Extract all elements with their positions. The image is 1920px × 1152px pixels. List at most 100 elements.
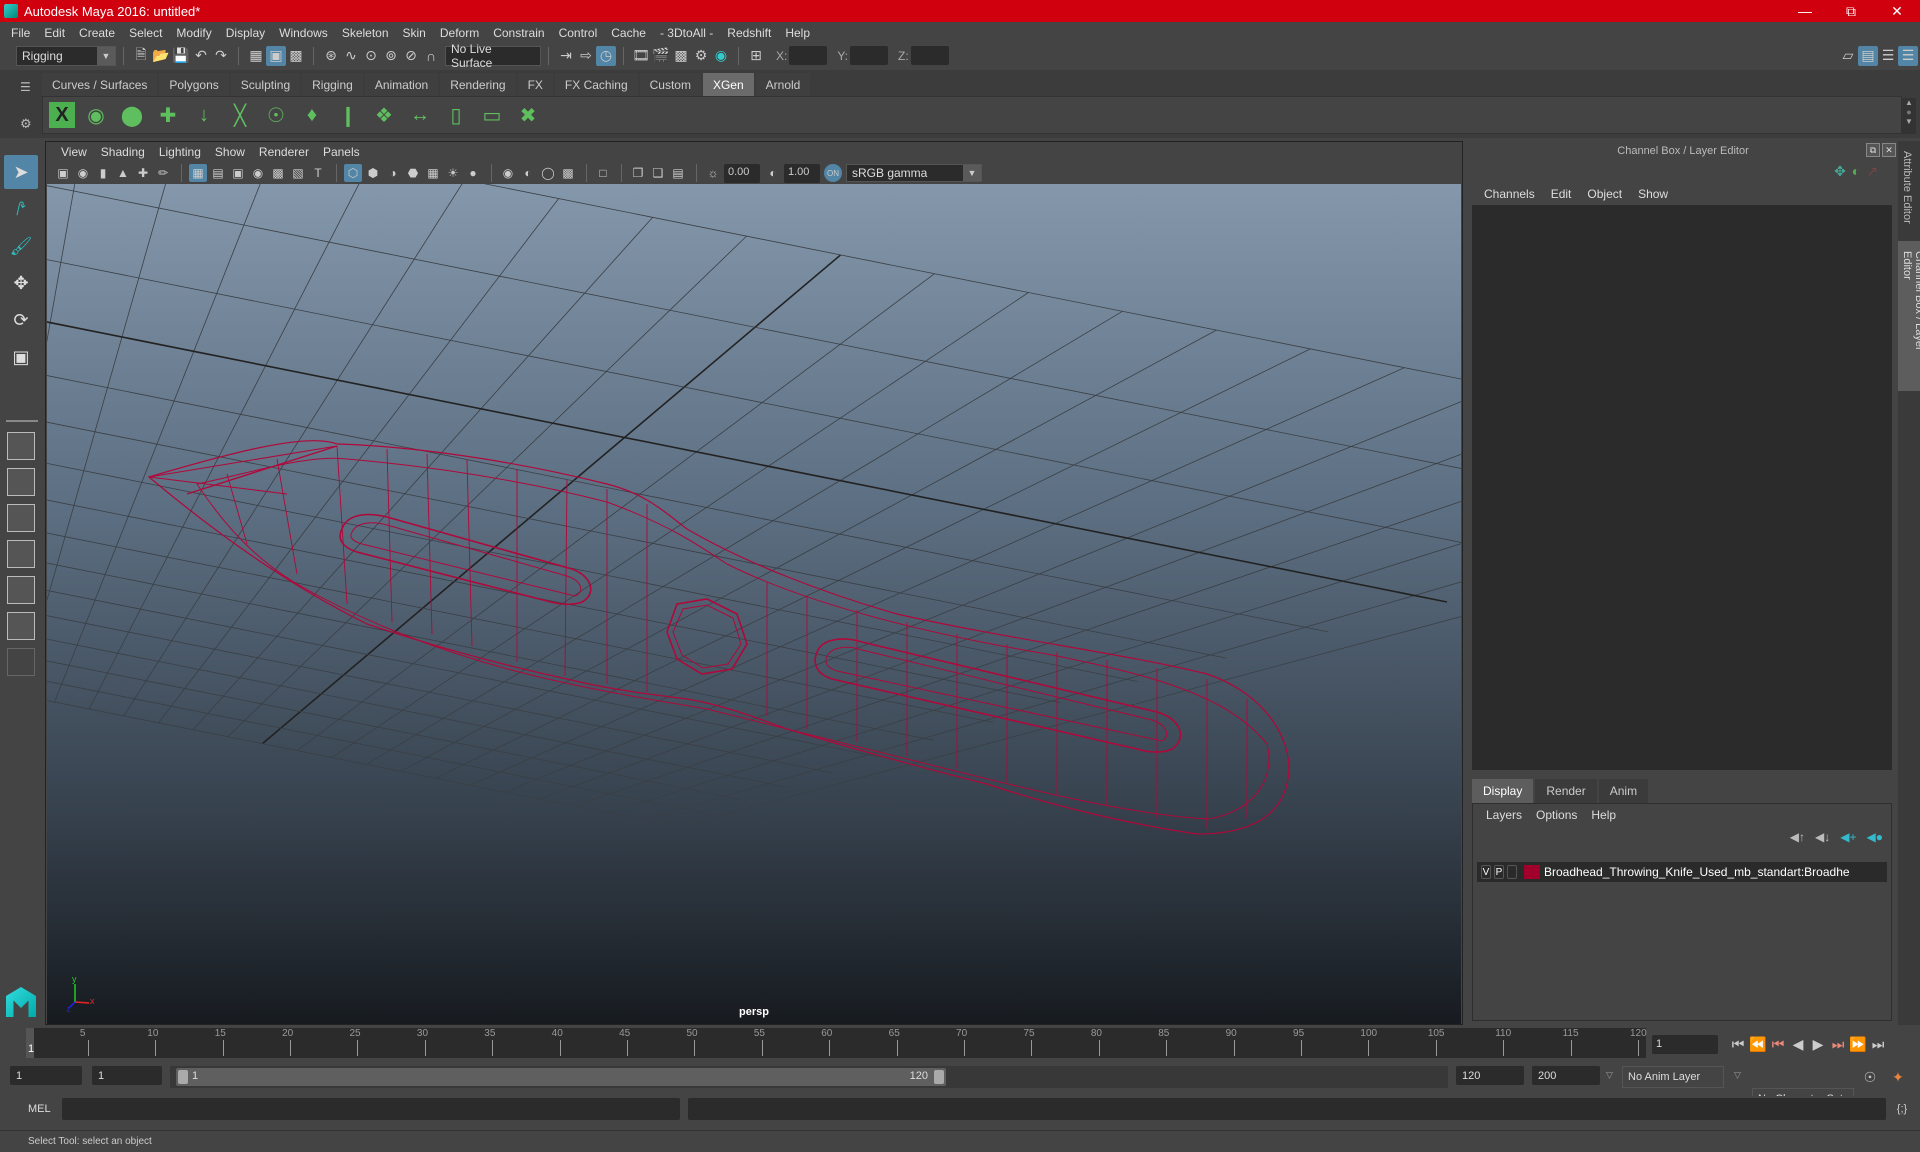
float-panel-icon[interactable]: ⧉ [1866, 143, 1880, 157]
xgen-clear-icon[interactable]: ⬤ [117, 99, 147, 131]
shelf-tab-rendering[interactable]: Rendering [440, 73, 516, 96]
cb-menu-channels[interactable]: Channels [1476, 185, 1543, 205]
perspective-viewport[interactable]: y x z persp [47, 184, 1461, 1024]
sync-icon[interactable]: ◐ [1852, 163, 1860, 180]
layer-menu-help[interactable]: Help [1584, 808, 1623, 822]
menu-deform[interactable]: Deform [433, 26, 486, 40]
gamma-field[interactable]: 1.00 [784, 163, 820, 183]
y-coordinate-field[interactable] [850, 46, 889, 65]
safe-action-icon[interactable]: ▧ [289, 164, 307, 182]
lasso-tool-icon[interactable]: ⭚ [4, 192, 38, 226]
close-panel-icon[interactable]: ✕ [1882, 143, 1896, 157]
menu-modify[interactable]: Modify [169, 26, 218, 40]
menu-constrain[interactable]: Constrain [486, 26, 551, 40]
select-component-icon[interactable]: ▩ [286, 46, 306, 66]
open-scene-icon[interactable]: 📂 [151, 46, 171, 66]
layer-tab-render[interactable]: Render [1535, 779, 1597, 803]
cb-menu-show[interactable]: Show [1630, 185, 1676, 205]
playback-end-field[interactable]: 120 [1456, 1066, 1524, 1085]
shelf-scrollbar[interactable]: ▲ ● ▼ [1902, 98, 1916, 134]
render-view-icon[interactable]: 🎞 [631, 46, 651, 66]
new-scene-icon[interactable]: 🗎 [131, 46, 151, 66]
move-guides-icon[interactable]: ↓ [189, 99, 219, 131]
auto-key-icon[interactable]: ☉ [1860, 1067, 1880, 1087]
redo-icon[interactable]: ↷ [211, 46, 231, 66]
scroll-down-icon[interactable]: ▼ [1902, 117, 1916, 126]
menu-set-dropdown[interactable]: Rigging ▼ [16, 45, 116, 66]
move-tool-icon[interactable]: ✥ [4, 266, 38, 300]
snap-point-icon[interactable]: ⊙ [361, 46, 381, 66]
shelf-tab-rigging[interactable]: Rigging [302, 73, 363, 96]
wireframe-icon[interactable]: ⬡ [344, 164, 362, 182]
menu-control[interactable]: Control [552, 26, 605, 40]
scroll-up-icon[interactable]: ▲ [1902, 98, 1916, 107]
rotate-tool-icon[interactable]: ⟳ [4, 303, 38, 337]
snap-view-plane-icon[interactable]: ⊘ [401, 46, 421, 66]
step-forward-frame-icon[interactable]: ⏩ [1848, 1034, 1868, 1054]
side-tab-attribute-editor[interactable]: Attribute Editor [1898, 141, 1916, 241]
range-slider-bar-fill[interactable]: 1 120 [176, 1068, 946, 1086]
save-scene-icon[interactable]: 💾 [171, 46, 191, 66]
shelf-tab-arnold[interactable]: Arnold [755, 73, 811, 96]
move-layer-up-icon[interactable]: ◀↑ [1790, 830, 1805, 844]
menu-3dtoall[interactable]: - 3DtoAll - [653, 26, 720, 40]
menu-create[interactable]: Create [72, 26, 122, 40]
exposure-field[interactable]: 0.00 [724, 163, 760, 183]
menu-select[interactable]: Select [122, 26, 169, 40]
output-ops-icon[interactable]: ⇨ [576, 46, 596, 66]
new-layer-icon[interactable]: ◀+ [1840, 830, 1856, 844]
color-management-toggle-icon[interactable]: ON [824, 164, 842, 182]
character-set-chevron-icon[interactable]: ▽ [1734, 1070, 1741, 1081]
animation-preferences-icon[interactable]: ✦ [1888, 1067, 1908, 1087]
menu-redshift[interactable]: Redshift [720, 26, 778, 40]
wireframe-on-shaded-icon[interactable]: ◑ [384, 164, 402, 182]
step-back-key-icon[interactable]: ⏮ [1768, 1034, 1788, 1054]
menu-cache[interactable]: Cache [604, 26, 653, 40]
render-settings-icon[interactable]: ⚙ [691, 46, 711, 66]
range-start-handle[interactable] [178, 1070, 188, 1084]
menu-skin[interactable]: Skin [396, 26, 433, 40]
minimize-button[interactable]: — [1782, 3, 1828, 20]
anim-layer-chevron-icon[interactable]: ▽ [1606, 1070, 1613, 1081]
layer-row[interactable]: V P Broadhead_Throwing_Knife_Used_mb_sta… [1477, 862, 1887, 882]
layer-menu-layers[interactable]: Layers [1479, 808, 1529, 822]
shelf-tab-polygons[interactable]: Polygons [159, 73, 229, 96]
panel-menu-show[interactable]: Show [208, 145, 252, 159]
hypershade-icon[interactable]: ◉ [711, 46, 731, 66]
play-backwards-icon[interactable]: ◀ [1788, 1034, 1808, 1054]
layer-display-type-toggle[interactable] [1507, 865, 1517, 879]
shelf-tab-fx-caching[interactable]: FX Caching [554, 73, 638, 96]
depth-of-field-icon[interactable]: ▩ [559, 164, 577, 182]
menu-display[interactable]: Display [219, 26, 272, 40]
view-transform-dropdown[interactable]: sRGB gamma ▼ [846, 164, 982, 182]
side-tab-channel-box[interactable]: Channel Box / Layer Editor [1898, 241, 1920, 391]
xray-active-icon[interactable]: ❑ [649, 164, 667, 182]
snap-curve-icon[interactable]: ∿ [341, 46, 361, 66]
gate-mask-icon[interactable]: ◉ [249, 164, 267, 182]
ipr-render-icon[interactable]: ▩ [671, 46, 691, 66]
select-guides-icon[interactable]: ▯ [441, 99, 471, 131]
four-view-layout-icon[interactable] [7, 468, 35, 496]
select-hierarchy-icon[interactable]: ▦ [246, 46, 266, 66]
select-tool-icon[interactable]: ➤ [4, 155, 38, 189]
ambient-occlusion-icon[interactable]: ◉ [499, 164, 517, 182]
menu-windows[interactable]: Windows [272, 26, 335, 40]
xray-joints-icon[interactable]: ❐ [629, 164, 647, 182]
xgen-preview-icon[interactable]: ◉ [81, 99, 111, 131]
add-guides-icon[interactable]: ✚ [153, 99, 183, 131]
guide-box-icon[interactable]: ▭ [477, 99, 507, 131]
layer-color-swatch[interactable] [1524, 865, 1540, 879]
channel-list[interactable] [1472, 205, 1892, 770]
2d-pan-zoom-icon[interactable]: ✚ [134, 164, 152, 182]
layer-tab-anim[interactable]: Anim [1598, 779, 1649, 803]
guide-grid-icon[interactable]: ❖ [369, 99, 399, 131]
shelf-tab-sculpting[interactable]: Sculpting [230, 73, 301, 96]
gamma-icon[interactable]: ◐ [764, 164, 782, 182]
camera-select-icon[interactable]: ▣ [54, 164, 72, 182]
live-surface-field[interactable]: No Live Surface [445, 42, 541, 70]
grease-pencil-icon[interactable]: ✏ [154, 164, 172, 182]
go-to-start-icon[interactable]: ⏮ [1728, 1034, 1748, 1054]
shadows-icon[interactable]: ● [464, 164, 482, 182]
shelf-menu-icon[interactable]: ☰ [20, 80, 31, 94]
render-frame-icon[interactable]: 🎬 [651, 46, 671, 66]
